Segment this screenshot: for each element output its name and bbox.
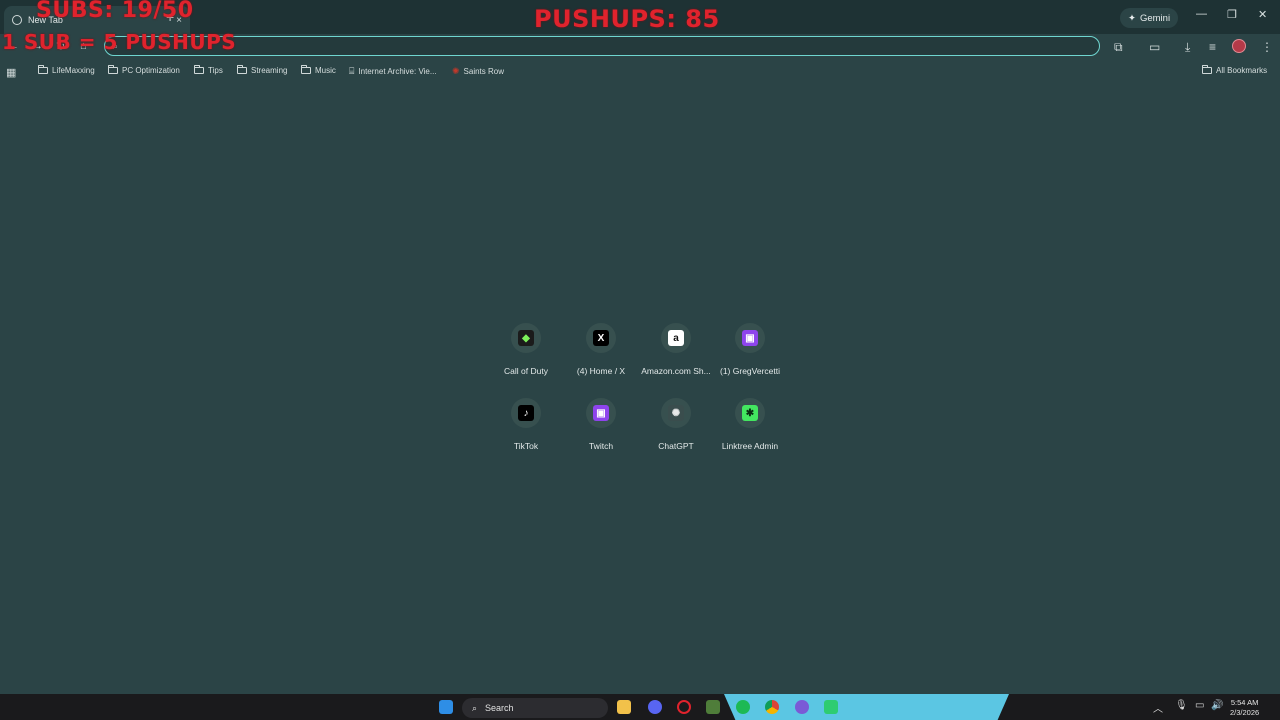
shortcut-label: (1) GregVercetti [720, 366, 780, 376]
pushups-counter: PUSHUPS: 85 [534, 5, 720, 33]
bookmark-pc-optimization[interactable]: PC Optimization [108, 65, 180, 75]
bookmark-internet-archive[interactable]: ⌸ Internet Archive: Vie... [349, 66, 437, 77]
gemini-label: Gemini [1139, 12, 1171, 24]
shortcut-icon-bg: ◆ [511, 323, 541, 353]
all-bookmarks-button[interactable]: All Bookmarks [1202, 65, 1268, 75]
folder-icon [194, 65, 204, 74]
spotify-icon[interactable] [736, 700, 750, 714]
taskbar-search[interactable]: ⌕ Search [462, 698, 608, 718]
bookmark-label: Music [315, 66, 336, 75]
bookmark-label: Streaming [251, 66, 288, 75]
chrome-icon[interactable] [765, 700, 779, 714]
shortcut-label: Linktree Admin [721, 441, 779, 451]
clock-date: 2/3/2026 [1230, 708, 1260, 717]
tiktok-icon: ♪ [518, 405, 534, 421]
chatgpt-icon: ✺ [668, 405, 684, 421]
nvidia-icon[interactable] [706, 700, 720, 714]
bookmark-label: Internet Archive: Vie... [358, 67, 437, 76]
bookmark-label: Tips [208, 66, 223, 75]
shortcut-icon-bg: ✺ [661, 398, 691, 428]
shortcut-icon-bg: a [661, 323, 691, 353]
shortcut-icon-bg: ✱ [735, 398, 765, 428]
bookmark-label: PC Optimization [122, 66, 180, 75]
minimize-button[interactable]: — [1196, 8, 1207, 20]
twitch-icon: ▣ [593, 405, 609, 421]
chevron-up-icon[interactable]: ︿ [1153, 700, 1163, 715]
close-window-button[interactable]: ✕ [1258, 8, 1267, 21]
folder-icon [108, 65, 118, 74]
all-bookmarks-label: All Bookmarks [1216, 66, 1268, 75]
bookmark-streaming[interactable]: Streaming [237, 65, 288, 75]
shortcut-icon-bg: ▣ [735, 323, 765, 353]
volume-icon[interactable]: 🔊 [1211, 700, 1223, 711]
cast-icon[interactable]: ▭ [1149, 40, 1160, 54]
media-queue-icon[interactable]: ≡ [1209, 40, 1216, 54]
twitch-icon: ▣ [742, 330, 758, 346]
shortcut-tile[interactable]: ✱ Linktree Admin [705, 398, 795, 451]
bookmark-lifemaxxing[interactable]: LifeMaxxing [38, 65, 95, 75]
opera-gx-icon[interactable] [677, 700, 691, 714]
restore-button[interactable]: ❐ [1227, 8, 1237, 21]
folder-icon [38, 65, 48, 74]
system-clock[interactable]: 5:54 AM 2/3/2026 [1230, 698, 1259, 718]
saints-row-icon: ✺ [452, 66, 460, 76]
address-bar[interactable]: ⌕ [104, 36, 1100, 56]
download-icon[interactable]: ⤓ [1185, 40, 1190, 55]
archive-icon: ⌸ [349, 66, 355, 76]
subs-counter: SUBS: 19/50 [36, 0, 194, 23]
bookmark-saints-row[interactable]: ✺ Saints Row [452, 66, 504, 77]
amazon-icon: a [668, 330, 684, 346]
shortcut-icon-bg: ▣ [586, 398, 616, 428]
shortcut-icon-bg: ♪ [511, 398, 541, 428]
taskbar [0, 694, 1280, 720]
folder-icon [301, 65, 311, 74]
call-of-duty-icon: ◆ [518, 330, 534, 346]
folder-icon [237, 65, 247, 74]
bookmark-label: LifeMaxxing [52, 66, 95, 75]
chrome-icon [12, 15, 22, 25]
bookmark-label: Saints Row [463, 67, 505, 76]
windows-start-icon[interactable] [439, 700, 453, 714]
discord-icon[interactable] [648, 700, 662, 714]
sparkle-icon: ✦ [1128, 12, 1136, 24]
avatar[interactable] [1232, 39, 1246, 53]
microphone-icon[interactable]: 🎙 [1175, 700, 1188, 711]
search-icon: ⌕ [472, 702, 478, 713]
file-explorer-icon[interactable] [617, 700, 631, 714]
bookmark-music[interactable]: Music [301, 65, 336, 75]
shortcut-tile[interactable]: ▣ (1) GregVercetti [705, 323, 795, 376]
taskbar-search-label: Search [485, 703, 514, 713]
linktree-icon: ✱ [742, 405, 758, 421]
extensions-icon[interactable]: ⧉ [1114, 40, 1123, 55]
bookmark-tips[interactable]: Tips [194, 65, 223, 75]
app-icon[interactable] [824, 700, 838, 714]
gemini-button[interactable]: ✦ Gemini [1120, 8, 1179, 28]
menu-icon[interactable]: ⋮ [1261, 40, 1273, 54]
shortcut-icon-bg: X [586, 323, 616, 353]
x-icon: X [593, 330, 609, 346]
folder-icon [1202, 65, 1212, 74]
clock-time: 5:54 AM [1230, 698, 1259, 707]
bookmarks-bar: LifeMaxxing PC Optimization Tips Streami… [0, 62, 1280, 82]
sub-rule: 1 SUB = 5 PUSHUPS [2, 30, 237, 54]
network-icon[interactable]: ▭ [1195, 700, 1204, 711]
app-icon[interactable] [795, 700, 809, 714]
